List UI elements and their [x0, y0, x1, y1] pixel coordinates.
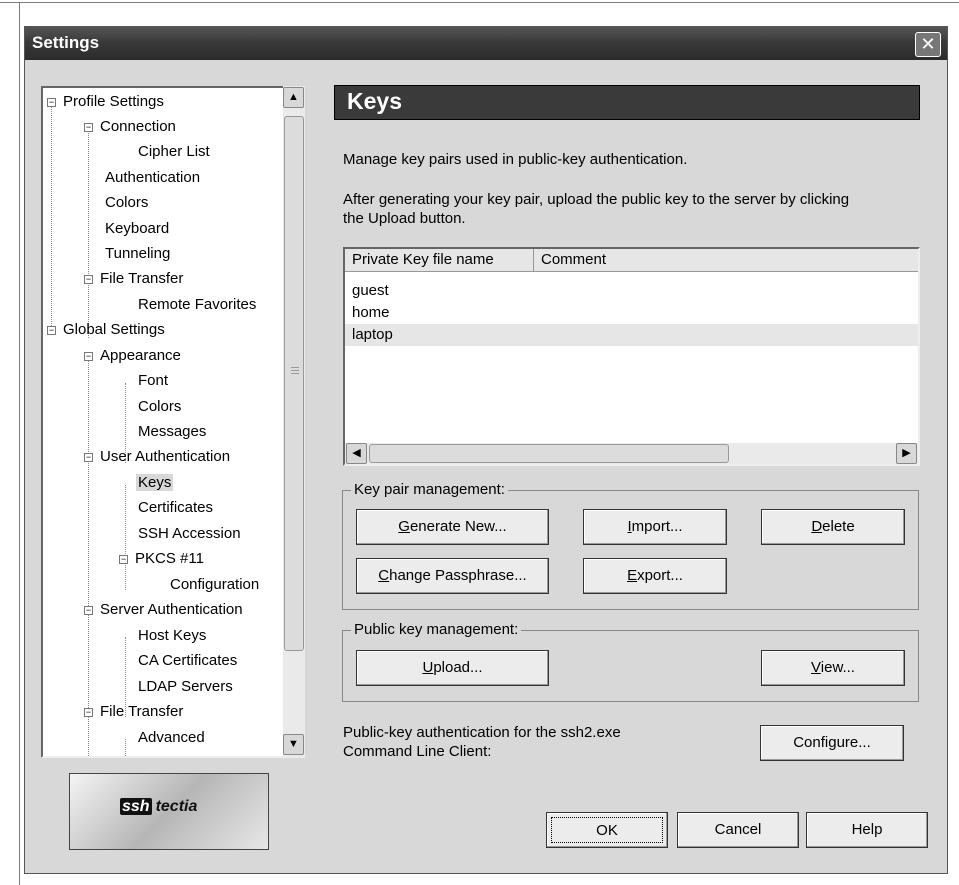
tree-line	[88, 129, 89, 338]
page-title: Keys	[347, 88, 402, 114]
settings-tree: − Profile Settings − Connection Cipher L…	[41, 86, 305, 758]
tree-item-keys[interactable]: Keys	[136, 472, 174, 494]
list-header: Private Key file name Comment	[345, 249, 918, 272]
tree-item-host-keys[interactable]: Host Keys	[138, 625, 206, 647]
column-private-key[interactable]: Private Key file name	[345, 249, 534, 271]
tree-item-advanced[interactable]: Advanced	[138, 727, 205, 749]
collapse-icon[interactable]: −	[47, 326, 56, 335]
tree-item-ca-certificates[interactable]: CA Certificates	[138, 650, 237, 672]
column-comment[interactable]: Comment	[534, 249, 920, 271]
tree-line	[125, 485, 126, 590]
help-button[interactable]: Help	[806, 812, 928, 848]
tree-item-messages[interactable]: Messages	[138, 421, 206, 443]
public-key-management-group: Public key management: Upload... View...	[342, 621, 919, 702]
grip-line	[291, 367, 299, 368]
scroll-down-icon[interactable]: ▼	[283, 734, 304, 755]
grip-line	[291, 370, 299, 371]
configure-button[interactable]: Configure...	[760, 725, 904, 761]
tree-item-user-authentication[interactable]: − User Authentication	[84, 446, 230, 468]
tree-item-global-settings[interactable]: − Global Settings	[47, 319, 165, 341]
change-passphrase-button[interactable]: Change Passphrase...	[356, 558, 549, 594]
cli-description-line2: Command Line Client:	[343, 743, 492, 760]
collapse-icon[interactable]: −	[84, 708, 93, 717]
close-icon[interactable]: ✕	[915, 32, 941, 57]
list-horizontal-scrollbar[interactable]: ◀ ▶	[345, 443, 918, 464]
key-pair-management-group: Key pair management: Generate New... Imp…	[342, 481, 919, 610]
tree-item-cipher-list[interactable]: Cipher List	[138, 141, 210, 163]
tree-scrollbar[interactable]: ▲ ▼	[283, 86, 305, 758]
tree-item-tunneling[interactable]: Tunneling	[105, 243, 170, 265]
tree-item-connection[interactable]: − Connection	[84, 116, 176, 138]
cli-description-line1: Public-key authentication for the ssh2.e…	[343, 724, 621, 741]
list-item[interactable]: guest	[345, 280, 918, 302]
collapse-icon[interactable]: −	[84, 352, 93, 361]
tree-line	[51, 104, 52, 332]
upload-hint-line2: the Upload button.	[343, 210, 466, 227]
tree-line	[88, 360, 89, 756]
tree-item-authentication[interactable]: Authentication	[105, 167, 200, 189]
list-item[interactable]: laptop	[345, 324, 918, 346]
tree-item-ldap-servers[interactable]: LDAP Servers	[138, 676, 233, 698]
export-button[interactable]: Export...	[583, 558, 727, 594]
tree-item-pkcs11[interactable]: − PKCS #11	[119, 548, 204, 570]
tree-item-configuration[interactable]: Configuration	[170, 574, 259, 596]
logo-text: ssh tectia	[120, 798, 198, 815]
cancel-button[interactable]: Cancel	[677, 812, 799, 848]
settings-dialog: Settings ✕ − Profile Settings − Connecti…	[24, 26, 948, 874]
tree-item-colors[interactable]: Colors	[105, 192, 148, 214]
collapse-icon[interactable]: −	[119, 555, 128, 564]
list-item[interactable]: home	[345, 302, 918, 324]
group-label: Public key management:	[351, 621, 522, 638]
tree-item-profile-settings[interactable]: − Profile Settings	[47, 91, 164, 113]
generate-new-button[interactable]: Generate New...	[356, 509, 549, 545]
upload-hint-line1: After generating your key pair, upload t…	[343, 191, 850, 208]
upload-button[interactable]: Upload...	[356, 650, 549, 686]
horizontal-scroll-thumb[interactable]	[369, 444, 729, 463]
view-button[interactable]: View...	[761, 650, 905, 686]
tree-item-global-file-transfer[interactable]: − File Transfer	[84, 701, 183, 723]
outer-frame-top	[0, 2, 959, 3]
panel-header: Keys	[334, 85, 920, 120]
tree-line	[125, 739, 126, 756]
ok-label: OK	[551, 817, 663, 843]
scroll-right-icon[interactable]: ▶	[896, 443, 917, 464]
scroll-up-icon[interactable]: ▲	[283, 87, 304, 108]
tree-item-appearance-colors[interactable]: Colors	[138, 396, 181, 418]
panel-description: Manage key pairs used in public-key auth…	[343, 151, 688, 168]
grip-line	[291, 373, 299, 374]
collapse-icon[interactable]: −	[84, 123, 93, 132]
tree-item-remote-favorites[interactable]: Remote Favorites	[138, 294, 256, 316]
collapse-icon[interactable]: −	[47, 98, 56, 107]
ok-button[interactable]: OK	[546, 812, 668, 848]
title-bar: Settings ✕	[25, 27, 947, 60]
tree-item-keyboard[interactable]: Keyboard	[105, 218, 169, 240]
ssh-tectia-logo: ssh tectia	[69, 773, 269, 850]
tree-item-appearance[interactable]: − Appearance	[84, 345, 181, 367]
tree-item-ssh-accession[interactable]: SSH Accession	[138, 523, 241, 545]
tree-item-file-transfer[interactable]: − File Transfer	[84, 268, 183, 290]
tree-item-certificates[interactable]: Certificates	[138, 497, 213, 519]
collapse-icon[interactable]: −	[84, 453, 93, 462]
tree-item-server-authentication[interactable]: − Server Authentication	[84, 599, 243, 621]
key-list[interactable]: Private Key file name Comment guest home…	[343, 247, 920, 466]
window-title: Settings	[32, 33, 100, 52]
collapse-icon[interactable]: −	[84, 275, 93, 284]
import-button[interactable]: Import...	[583, 509, 727, 545]
collapse-icon[interactable]: −	[84, 606, 93, 615]
delete-button[interactable]: Delete	[761, 509, 905, 545]
outer-frame-left	[19, 2, 20, 885]
tree-item-font[interactable]: Font	[138, 370, 168, 392]
scroll-left-icon[interactable]: ◀	[346, 443, 367, 464]
scroll-thumb[interactable]	[284, 116, 304, 651]
group-label: Key pair management:	[351, 481, 508, 498]
